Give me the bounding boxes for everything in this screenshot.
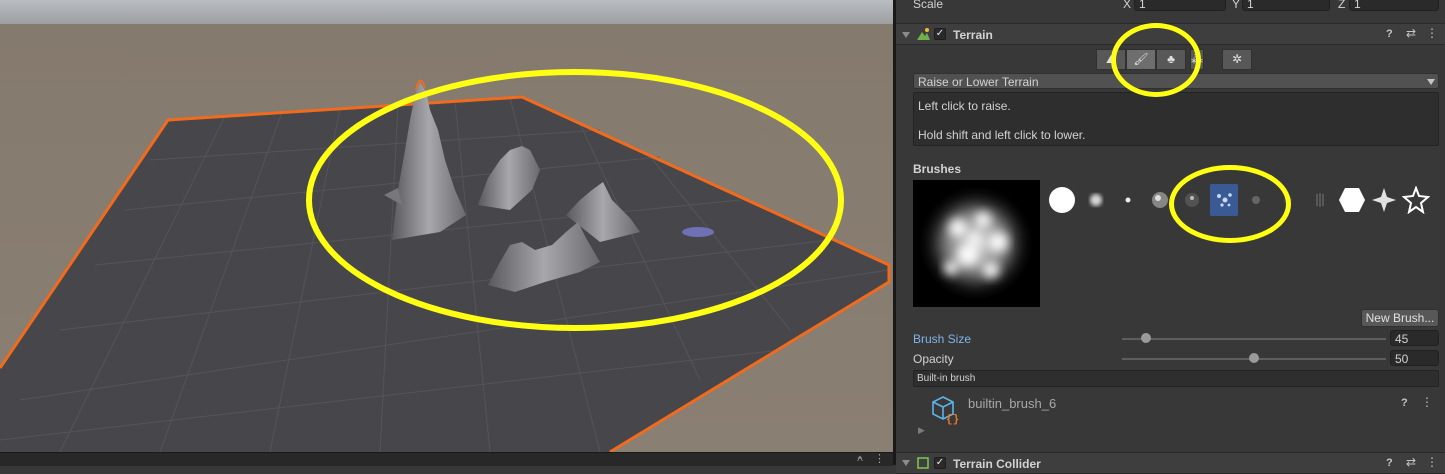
scene-view[interactable] xyxy=(0,0,893,452)
paint-details-icon: ⁂ xyxy=(1191,52,1203,66)
brush-thumb-solid-circle[interactable] xyxy=(1048,186,1076,214)
brush-thumb-noise-b[interactable] xyxy=(1178,186,1206,214)
opacity-slider-knob[interactable] xyxy=(1249,353,1259,363)
scale-y-field[interactable]: 1 xyxy=(1242,0,1330,11)
scene-bottom-bar: ⍲ ⋮ xyxy=(0,452,893,466)
terrain-component-header[interactable]: ✓ Terrain ? ⇄ ⋮ xyxy=(896,23,1445,45)
builtin-brush-label: Built-in brush xyxy=(917,373,976,384)
collider-enabled-checkbox[interactable]: ✓ xyxy=(934,457,946,469)
opacity-field[interactable]: 50 xyxy=(1390,350,1439,366)
brush-size-slider-track[interactable] xyxy=(1122,338,1386,340)
tool-paint-brush-button[interactable]: 🖌 xyxy=(1126,49,1156,70)
scale-z-label: Z xyxy=(1338,0,1346,11)
builtin-brush-box: Built-in brush xyxy=(913,370,1439,387)
brush-thumb-soft-star[interactable] xyxy=(1370,186,1398,214)
collider-preset-icon[interactable]: ⇄ xyxy=(1406,455,1416,469)
brush-thumb-streaks[interactable] xyxy=(1306,186,1334,214)
asset-help-icon[interactable]: ? xyxy=(1401,396,1408,410)
help-line-1: Left click to raise. xyxy=(918,99,1011,113)
brush-thumb-noise-a[interactable] xyxy=(1146,186,1174,214)
preset-icon[interactable]: ⇄ xyxy=(1406,26,1416,40)
brush-asset-name: builtin_brush_6 xyxy=(968,396,1057,411)
tool-raise-lower-button[interactable]: ⛰ xyxy=(1096,49,1126,70)
terrain-icon xyxy=(917,28,930,40)
terrain-help-box: Left click to raise. Hold shift and left… xyxy=(913,92,1439,146)
scale-y-label: Y xyxy=(1232,0,1241,11)
collider-foldout-arrow-icon[interactable] xyxy=(902,460,910,466)
brush-thumb-star-outline[interactable] xyxy=(1402,186,1430,214)
brush-size-label: Brush Size xyxy=(913,332,972,346)
new-brush-button[interactable]: New Brush... xyxy=(1361,309,1439,327)
foldout-arrow-icon[interactable] xyxy=(902,32,910,38)
asset-kebab-menu-icon[interactable]: ⋮ xyxy=(1421,395,1433,409)
kebab-menu-icon[interactable]: ⋮ xyxy=(1426,26,1438,40)
brush-size-slider-knob[interactable] xyxy=(1140,333,1151,343)
lock-icon[interactable]: ⍲ xyxy=(857,453,863,464)
help-icon[interactable]: ? xyxy=(1386,27,1393,41)
paint-trees-icon: ♣ xyxy=(1167,52,1175,66)
brush-thumb-noise-d[interactable] xyxy=(1274,186,1302,214)
collider-title: Terrain Collider xyxy=(953,457,1041,471)
brush-thumb-hexagon[interactable] xyxy=(1338,186,1366,214)
brushes-label: Brushes xyxy=(913,162,962,176)
scale-x-label: X xyxy=(1123,0,1132,11)
brush-thumb-noise-c[interactable] xyxy=(1242,186,1270,214)
inspector-panel: Scale X 1 Y 1 Z 1 ✓ Terrain ? ⇄ ⋮ ⛰ 🖌 ♣ … xyxy=(896,0,1445,474)
opacity-label: Opacity xyxy=(913,352,954,366)
kebab-menu-icon[interactable]: ⋮ xyxy=(874,452,885,465)
raise-lower-icon: ⛰ xyxy=(1105,52,1117,66)
terrain-mode-dropdown[interactable]: Raise or Lower Terrain xyxy=(913,73,1439,89)
brush-thumb-soft-medium[interactable] xyxy=(1082,186,1110,214)
terrain-title: Terrain xyxy=(953,28,993,42)
terrain-collider-icon xyxy=(917,457,929,469)
brush-asset-icon: {} xyxy=(932,396,959,425)
brush-thumb-selected[interactable] xyxy=(1210,184,1238,216)
svg-text:{}: {} xyxy=(946,414,959,425)
tool-paint-details-button[interactable]: ⁂ xyxy=(1190,49,1204,70)
tool-paint-trees-button[interactable]: ♣ xyxy=(1156,49,1186,70)
settings-gear-icon: ✲ xyxy=(1231,52,1243,66)
scale-label: Scale xyxy=(913,0,944,11)
terrain-collider-header[interactable]: ✓ Terrain Collider ? ⇄ ⋮ xyxy=(896,452,1445,474)
scale-z-field[interactable]: 1 xyxy=(1349,0,1439,11)
scale-x-field[interactable]: 1 xyxy=(1134,0,1226,11)
terrain-mode-value: Raise or Lower Terrain xyxy=(918,75,1039,89)
collider-kebab-menu-icon[interactable]: ⋮ xyxy=(1426,455,1438,469)
brush-preview xyxy=(913,180,1040,307)
paint-brush-icon: 🖌 xyxy=(1133,52,1149,66)
chevron-down-icon xyxy=(1427,79,1435,85)
terrain-enabled-checkbox[interactable]: ✓ xyxy=(934,28,946,40)
tool-settings-button[interactable]: ✲ xyxy=(1222,49,1252,70)
help-line-2: Hold shift and left click to lower. xyxy=(918,128,1086,142)
brush-thumb-soft-small[interactable] xyxy=(1114,186,1142,214)
asset-foldout-arrow-icon[interactable]: ▶ xyxy=(918,423,925,437)
sky xyxy=(0,0,893,24)
collider-help-icon[interactable]: ? xyxy=(1386,456,1393,470)
brush-size-field[interactable]: 45 xyxy=(1390,330,1439,346)
